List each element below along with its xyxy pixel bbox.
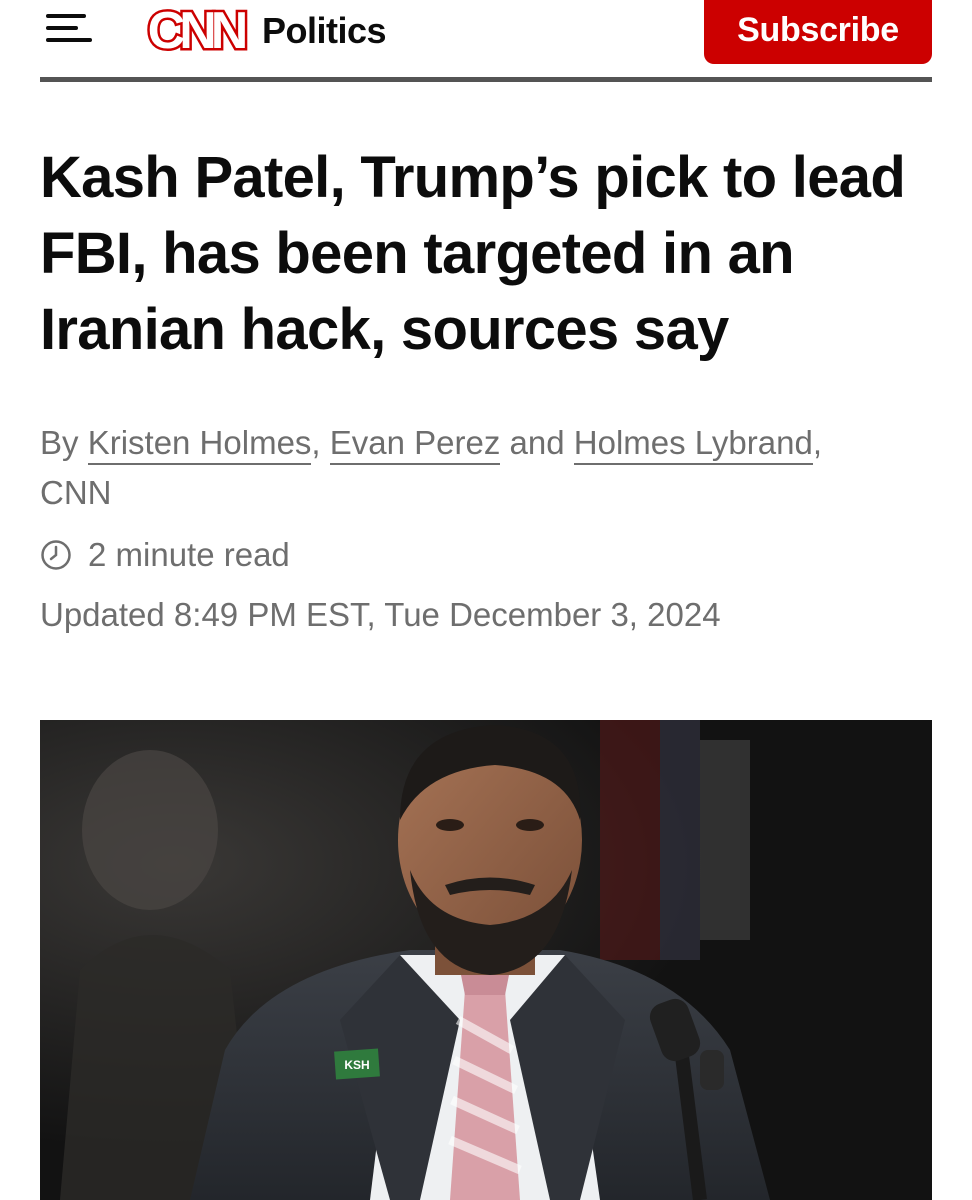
read-time: 2 minute read <box>40 532 290 578</box>
byline-separator: , <box>812 424 822 461</box>
author-link-evan-perez[interactable]: Evan Perez <box>329 424 501 465</box>
read-time-label: 2 minute read <box>88 536 290 573</box>
byline-prefix: By <box>40 424 79 461</box>
clock-icon <box>41 540 71 570</box>
author-link-kristen-holmes[interactable]: Kristen Holmes <box>87 424 312 465</box>
byline-outlet: CNN <box>40 474 112 511</box>
section-title[interactable]: Politics <box>262 10 387 52</box>
header-divider <box>40 77 932 82</box>
byline-separator: , <box>311 424 321 461</box>
menu-icon[interactable] <box>46 12 92 44</box>
cnn-logo[interactable]: CNN <box>136 2 254 58</box>
subscribe-button[interactable]: Subscribe <box>704 0 932 64</box>
svg-text:CNN: CNN <box>148 2 246 58</box>
article-headline: Kash Patel, Trump’s pick to lead FBI, ha… <box>40 145 906 362</box>
byline: By Kristen Holmes, Evan Perez and Holmes… <box>40 418 932 518</box>
photo-illustration: KSH <box>40 720 932 1200</box>
author-link-holmes-lybrand[interactable]: Holmes Lybrand <box>573 424 813 465</box>
site-header: CNN Politics Subscribe <box>0 0 972 82</box>
article-photo[interactable]: KSH <box>40 720 932 1200</box>
byline-separator: and <box>509 424 565 461</box>
lapel-pin-text: KSH <box>344 1058 369 1072</box>
updated-timestamp: Updated 8:49 PM EST, Tue December 3, 202… <box>40 596 721 633</box>
